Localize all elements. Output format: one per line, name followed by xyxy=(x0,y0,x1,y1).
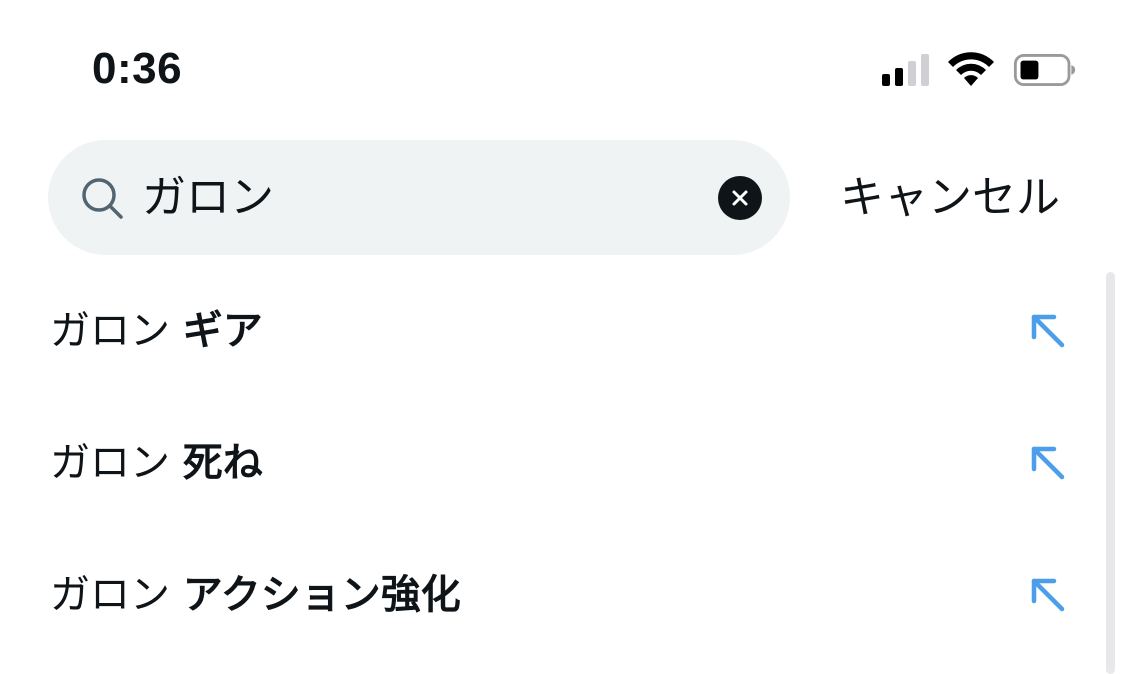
search-field[interactable]: ガロン xyxy=(48,140,790,255)
cancel-button[interactable]: キャンセル xyxy=(840,170,1060,226)
search-screen: 0:36 ガロン キャンセル ガロン ギア ガロン 死ね ガロン アクション強化 xyxy=(0,0,1125,674)
signal-icon xyxy=(882,54,929,86)
clear-search-button[interactable] xyxy=(718,176,762,220)
suggestion-text: ガロン アクション強化 xyxy=(50,569,461,621)
wifi-icon xyxy=(948,52,994,86)
suggestion-text: ガロン 死ね xyxy=(50,437,263,489)
fill-query-arrow-icon[interactable] xyxy=(1028,443,1068,483)
suggestion-completion: ギア xyxy=(182,308,263,354)
fill-query-arrow-icon[interactable] xyxy=(1028,311,1068,351)
suggestion-completion: 死ね xyxy=(182,440,263,486)
suggestion-text: ガロン ギア xyxy=(50,305,263,357)
suggestion-query: ガロン xyxy=(50,572,170,618)
suggestion-completion: アクション強化 xyxy=(182,572,461,618)
battery-icon xyxy=(1013,54,1076,86)
fill-query-arrow-icon[interactable] xyxy=(1028,575,1068,615)
search-input[interactable]: ガロン xyxy=(142,170,274,226)
status-time: 0:36 xyxy=(92,44,183,93)
suggestion-item[interactable]: ガロン 死ね xyxy=(0,398,1105,528)
suggestion-query: ガロン xyxy=(50,308,170,354)
search-icon xyxy=(82,177,123,219)
scrollbar[interactable] xyxy=(1106,272,1115,674)
status-icons xyxy=(882,50,1077,90)
suggestion-query: ガロン xyxy=(50,440,170,486)
suggestion-item[interactable]: ガロン ギア xyxy=(0,266,1105,396)
close-icon xyxy=(732,190,748,206)
suggestion-item[interactable]: ガロン アクション強化 xyxy=(0,530,1105,660)
